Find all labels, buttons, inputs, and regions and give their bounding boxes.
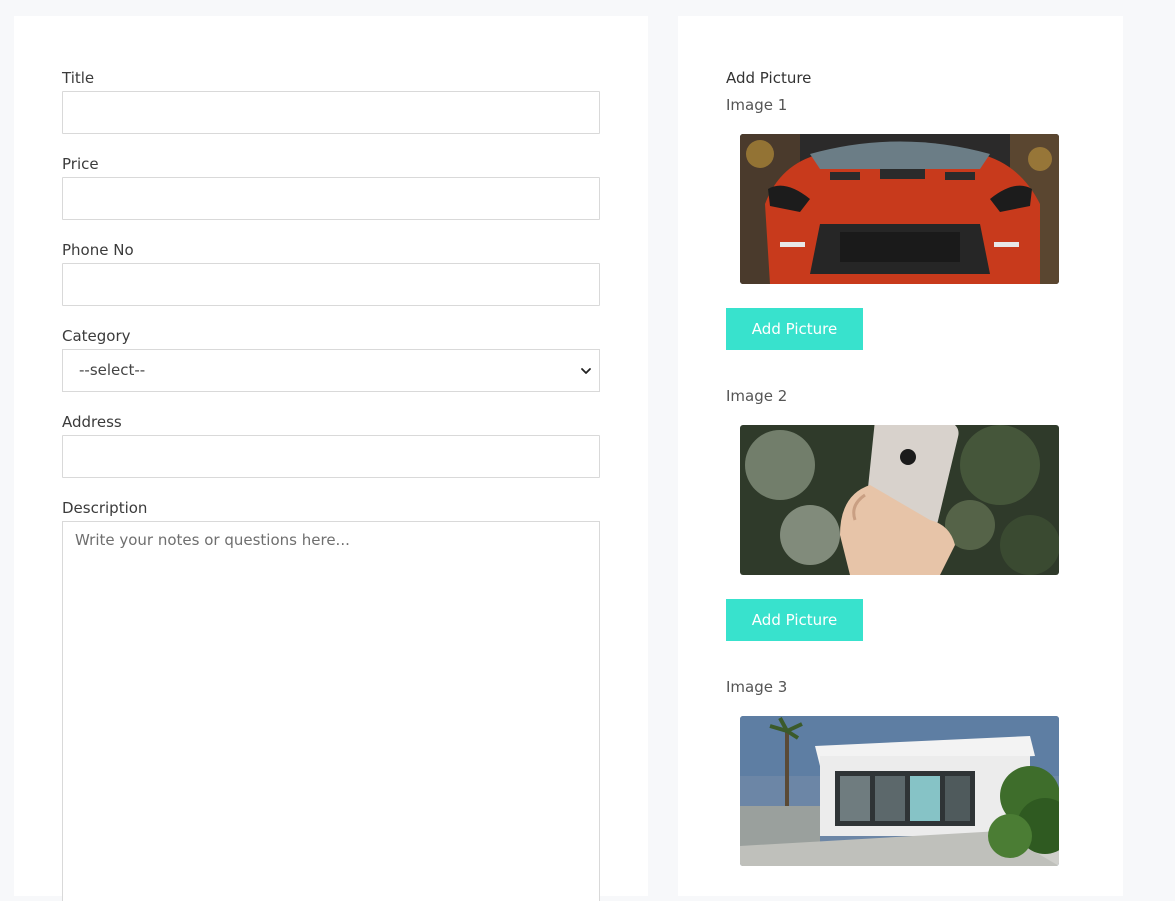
image-3-thumbnail bbox=[740, 716, 1059, 866]
pictures-panel: Add Picture Image 1 Add Picture Image 2 bbox=[678, 16, 1123, 896]
category-label: Category bbox=[62, 327, 131, 345]
image-1-thumbnail bbox=[740, 134, 1059, 284]
address-input[interactable] bbox=[62, 435, 600, 478]
phone-input[interactable] bbox=[62, 263, 600, 306]
house-image bbox=[740, 716, 1059, 866]
add-picture-heading: Add Picture bbox=[726, 69, 812, 87]
description-label: Description bbox=[62, 499, 148, 517]
category-select[interactable]: --select-- bbox=[62, 349, 600, 392]
address-label: Address bbox=[62, 413, 122, 431]
title-label: Title bbox=[62, 69, 95, 87]
image-3-label: Image 3 bbox=[726, 678, 788, 696]
phone-image bbox=[740, 425, 1059, 575]
price-label: Price bbox=[62, 155, 99, 173]
add-picture-button-2[interactable]: Add Picture bbox=[726, 599, 863, 641]
title-input[interactable] bbox=[62, 91, 600, 134]
chevron-down-icon bbox=[581, 368, 591, 374]
add-picture-button-1[interactable]: Add Picture bbox=[726, 308, 863, 350]
description-textarea[interactable]: Write your notes or questions here... bbox=[62, 521, 600, 901]
category-selected-value: --select-- bbox=[79, 361, 146, 379]
listing-form-panel: Title Price Phone No Category --select--… bbox=[14, 16, 648, 901]
price-input[interactable] bbox=[62, 177, 600, 220]
description-placeholder: Write your notes or questions here... bbox=[75, 531, 350, 549]
image-2-label: Image 2 bbox=[726, 387, 788, 405]
car-image bbox=[740, 134, 1059, 284]
image-2-thumbnail bbox=[740, 425, 1059, 575]
image-1-label: Image 1 bbox=[726, 96, 788, 114]
phone-label: Phone No bbox=[62, 241, 134, 259]
